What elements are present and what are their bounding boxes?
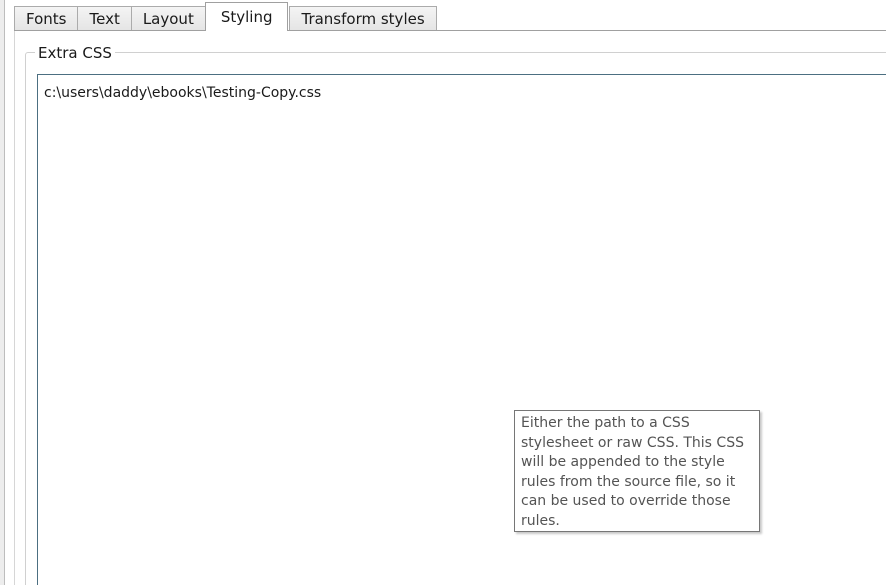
tooltip-line: Either the path to a CSS bbox=[521, 415, 690, 431]
tab-bar-divider bbox=[14, 30, 886, 31]
extra-css-tooltip: Either the path to a CSS stylesheet or r… bbox=[514, 410, 760, 532]
tab-bar: Fonts Text Layout Styling Transform styl… bbox=[14, 2, 437, 31]
left-frame-edge bbox=[0, 0, 5, 585]
tab-fonts[interactable]: Fonts bbox=[14, 6, 79, 31]
tab-styling[interactable]: Styling bbox=[204, 2, 289, 31]
conversion-settings-window: Fonts Text Layout Styling Transform styl… bbox=[0, 0, 886, 585]
tooltip-line: can be used to override those bbox=[521, 493, 731, 510]
tab-transform-styles[interactable]: Transform styles bbox=[289, 6, 437, 31]
tab-text[interactable]: Text bbox=[77, 6, 132, 31]
tooltip-line: will be appended to the style bbox=[521, 454, 725, 471]
extra-css-group-title: Extra CSS bbox=[35, 44, 115, 62]
tooltip-line: rules from the source file, so it bbox=[521, 473, 736, 490]
tooltip-line: stylesheet or raw CSS. This CSS bbox=[521, 434, 744, 451]
tab-layout[interactable]: Layout bbox=[130, 6, 206, 31]
tooltip-line: rules. bbox=[521, 512, 560, 529]
